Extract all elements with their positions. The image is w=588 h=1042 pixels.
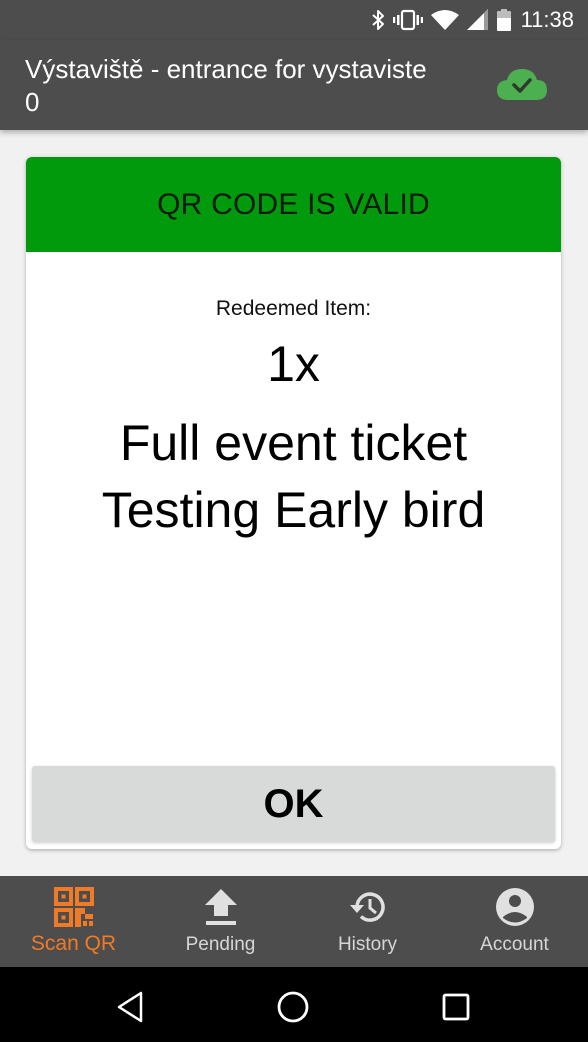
qr-code-icon bbox=[52, 885, 96, 929]
bottom-navigation: Scan QR Pending History Account bbox=[0, 876, 588, 967]
nav-item-pending[interactable]: Pending bbox=[147, 876, 294, 967]
history-icon bbox=[346, 885, 390, 929]
nav-label-pending: Pending bbox=[185, 934, 256, 955]
home-icon[interactable] bbox=[271, 985, 315, 1029]
vibrate-icon bbox=[392, 8, 423, 32]
nav-item-account[interactable]: Account bbox=[441, 876, 588, 967]
page-title: Výstaviště - entrance for vystaviste 0 bbox=[25, 54, 427, 117]
nav-item-scan-qr[interactable]: Scan QR bbox=[0, 876, 147, 967]
redeemed-item-label: Redeemed Item: bbox=[215, 297, 372, 320]
app-bar: Výstaviště - entrance for vystaviste 0 bbox=[0, 40, 588, 130]
account-circle-icon bbox=[493, 885, 537, 929]
item-name-line-1: Full event ticket bbox=[119, 415, 468, 471]
clock: 11:38 bbox=[520, 7, 574, 32]
upload-icon bbox=[199, 885, 243, 929]
status-bar: 11:38 bbox=[0, 0, 588, 40]
system-navigation-bar bbox=[0, 967, 588, 1042]
item-name-line-2: Testing Early bird bbox=[101, 482, 486, 538]
ok-button[interactable]: OK bbox=[32, 766, 555, 842]
item-quantity: 1x bbox=[267, 336, 320, 392]
nav-label-scan-qr: Scan QR bbox=[30, 932, 117, 955]
item-name: Full event ticket Testing Early bird bbox=[26, 410, 561, 544]
ok-button-label: OK bbox=[263, 781, 324, 826]
cell-signal-icon bbox=[466, 8, 489, 32]
back-icon[interactable] bbox=[108, 985, 152, 1029]
battery-icon bbox=[496, 8, 511, 32]
nav-item-history[interactable]: History bbox=[294, 876, 441, 967]
wifi-icon bbox=[430, 8, 459, 32]
nav-label-history: History bbox=[337, 934, 398, 955]
result-card: QR CODE IS VALID Redeemed Item: 1x Full … bbox=[26, 157, 561, 849]
cloud-done-icon[interactable] bbox=[494, 64, 550, 104]
validation-status-banner: QR CODE IS VALID bbox=[26, 157, 561, 252]
nav-label-account: Account bbox=[480, 934, 549, 955]
validation-status-text: QR CODE IS VALID bbox=[157, 187, 430, 221]
recents-icon[interactable] bbox=[434, 985, 478, 1029]
bluetooth-icon bbox=[371, 8, 385, 32]
